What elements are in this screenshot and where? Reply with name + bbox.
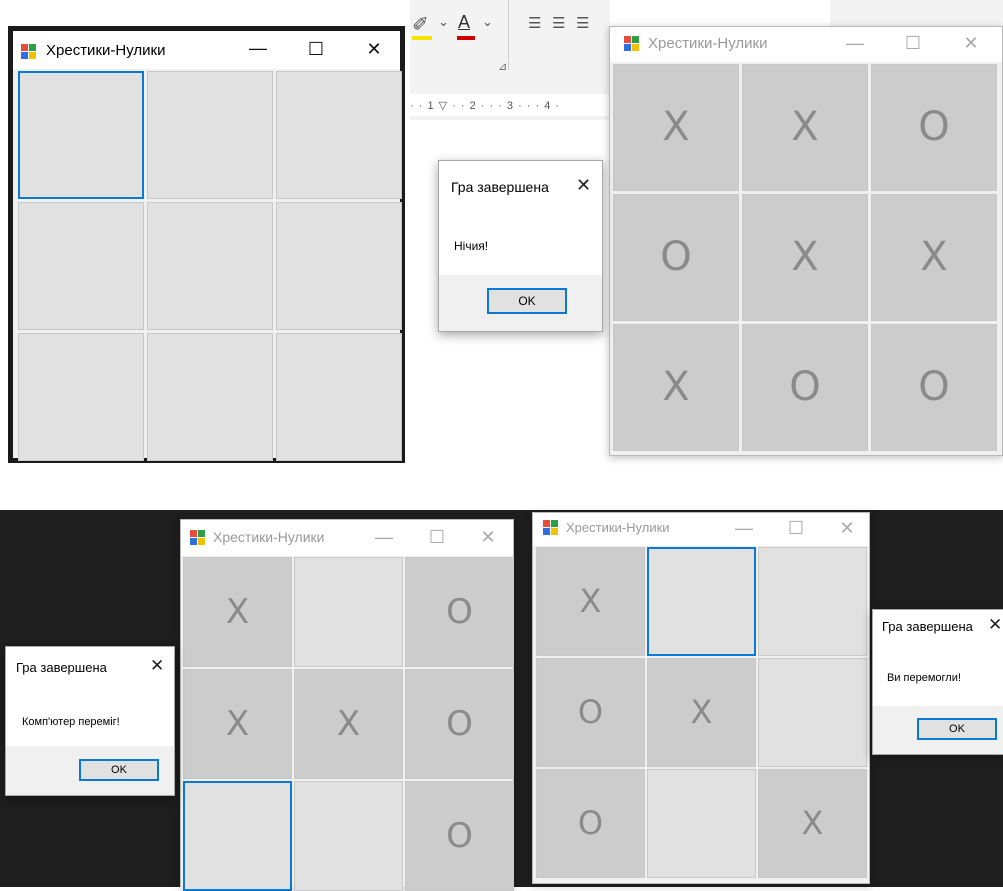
message-dialog-draw: Гра завершена ✕ Нічия! OK xyxy=(438,160,603,332)
maximize-button[interactable]: ☐ xyxy=(301,39,331,59)
title-bar[interactable]: Хрестики-Нулики — ☐ ✕ xyxy=(181,520,513,556)
board-cell[interactable]: O xyxy=(613,194,739,321)
board-cell[interactable]: X xyxy=(647,658,756,767)
game-window-player-won: Хрестики-Нулики — ☐ ✕ XOXOX xyxy=(532,512,870,884)
dialog-message: Нічия! xyxy=(454,239,489,253)
minimize-button[interactable]: — xyxy=(731,518,757,538)
board-cell[interactable] xyxy=(758,658,867,767)
board-cell[interactable] xyxy=(147,71,273,199)
board-cell[interactable] xyxy=(183,781,292,891)
font-color-bar xyxy=(457,36,475,40)
close-button[interactable]: ✕ xyxy=(834,518,860,538)
board-cell[interactable] xyxy=(18,333,144,461)
dialog-close-button[interactable]: ✕ xyxy=(988,615,1002,635)
board-cell[interactable] xyxy=(276,71,402,199)
game-window-empty: Хрестики-Нулики — ☐ ✕ xyxy=(8,26,405,463)
dialog-footer: OK xyxy=(6,746,174,795)
title-bar[interactable]: Хрестики-Нулики — ☐ ✕ xyxy=(533,513,869,546)
close-button[interactable]: ✕ xyxy=(956,33,986,53)
font-color-icon[interactable]: A xyxy=(458,12,470,33)
app-icon xyxy=(190,530,206,546)
app-icon xyxy=(543,520,559,536)
board-cell[interactable]: X xyxy=(183,557,292,667)
align-center-icon[interactable]: ☰ xyxy=(552,14,565,32)
board-cell[interactable]: X xyxy=(871,194,997,321)
ok-button[interactable]: OK xyxy=(79,759,159,781)
board-cell[interactable] xyxy=(647,769,756,878)
close-button[interactable]: ✕ xyxy=(359,39,389,59)
maximize-button[interactable]: ☐ xyxy=(783,518,809,538)
title-bar[interactable]: Хрестики-Нулики — ☐ ✕ xyxy=(13,31,400,69)
minimize-button[interactable]: — xyxy=(840,33,870,53)
dialog-footer: OK xyxy=(873,706,1003,754)
maximize-button[interactable]: ☐ xyxy=(424,527,450,547)
board-cell[interactable] xyxy=(147,333,273,461)
highlight-color-bar xyxy=(412,36,432,40)
highlighter-icon[interactable]: ✐ xyxy=(412,12,429,37)
ribbon-strip-right xyxy=(830,0,1003,28)
window-title: Хрестики-Нулики xyxy=(566,520,670,535)
board-cell[interactable] xyxy=(647,547,756,656)
board-cell[interactable]: O xyxy=(871,64,997,191)
message-dialog-player-won: Гра завершена ✕ Ви перемогли! OK xyxy=(872,609,1003,755)
ok-button[interactable]: OK xyxy=(917,718,997,740)
ok-button[interactable]: OK xyxy=(487,288,567,314)
chevron-down-icon[interactable]: ⌄ xyxy=(482,14,493,30)
ruler-ticks: · · 1 ▽ · · 2 · · · 3 · · · 4 · xyxy=(410,100,561,112)
app-icon xyxy=(624,36,640,52)
board-cell[interactable]: O xyxy=(405,669,514,779)
window-title: Хрестики-Нулики xyxy=(46,42,166,59)
window-title: Хрестики-Нулики xyxy=(648,35,768,52)
board-cell[interactable] xyxy=(758,547,867,656)
board-cell[interactable]: X xyxy=(758,769,867,878)
board-cell[interactable] xyxy=(276,202,402,330)
board-cell[interactable]: X xyxy=(183,669,292,779)
board-cell[interactable] xyxy=(18,71,144,199)
board-cell[interactable]: O xyxy=(536,769,645,878)
title-bar[interactable]: Хрестики-Нулики — ☐ ✕ xyxy=(610,27,1002,62)
game-window-draw: Хрестики-Нулики — ☐ ✕ XXOOXXXOO xyxy=(609,26,1003,456)
dialog-message: Ви перемогли! xyxy=(887,672,961,684)
board-cell[interactable] xyxy=(147,202,273,330)
minimize-button[interactable]: — xyxy=(243,38,273,58)
board-cell[interactable]: O xyxy=(405,781,514,891)
dialog-title: Гра завершена xyxy=(882,619,973,634)
board-cell[interactable]: O xyxy=(405,557,514,667)
board-cell[interactable]: X xyxy=(536,547,645,656)
board-cell[interactable]: O xyxy=(742,324,868,451)
dialog-launcher-icon[interactable]: ⊿ xyxy=(498,60,507,73)
ribbon-separator xyxy=(508,0,509,70)
game-window-computer-won: Хрестики-Нулики — ☐ ✕ XOXXOO xyxy=(180,519,514,891)
window-title: Хрестики-Нулики xyxy=(213,529,325,545)
board-cell[interactable]: X xyxy=(613,324,739,451)
dialog-close-button[interactable]: ✕ xyxy=(576,175,591,196)
board-cell[interactable]: X xyxy=(294,669,403,779)
ruler: · · 1 ▽ · · 2 · · · 3 · · · 4 · xyxy=(410,94,610,116)
dialog-close-button[interactable]: ✕ xyxy=(150,656,164,676)
board-cell[interactable]: O xyxy=(871,324,997,451)
board-cell[interactable] xyxy=(18,202,144,330)
board-cell[interactable]: X xyxy=(742,194,868,321)
align-right-icon[interactable]: ☰ xyxy=(576,14,589,32)
maximize-button[interactable]: ☐ xyxy=(898,33,928,53)
dialog-message: Комп'ютер переміг! xyxy=(22,716,120,728)
dialog-title: Гра завершена xyxy=(16,660,107,675)
board-cell[interactable]: X xyxy=(613,64,739,191)
message-dialog-computer-won: Гра завершена ✕ Комп'ютер переміг! OK xyxy=(5,646,175,796)
dialog-title: Гра завершена xyxy=(451,179,549,195)
app-icon xyxy=(21,44,37,60)
close-button[interactable]: ✕ xyxy=(475,527,501,547)
chevron-down-icon[interactable]: ⌄ xyxy=(438,14,449,30)
board-cell[interactable] xyxy=(276,333,402,461)
board-cell[interactable]: O xyxy=(536,658,645,767)
dialog-footer: OK xyxy=(439,275,602,331)
board-cell[interactable] xyxy=(294,781,403,891)
board-cell[interactable] xyxy=(294,557,403,667)
minimize-button[interactable]: — xyxy=(371,527,397,547)
board-cell[interactable]: X xyxy=(742,64,868,191)
align-left-icon[interactable]: ☰ xyxy=(528,14,541,32)
